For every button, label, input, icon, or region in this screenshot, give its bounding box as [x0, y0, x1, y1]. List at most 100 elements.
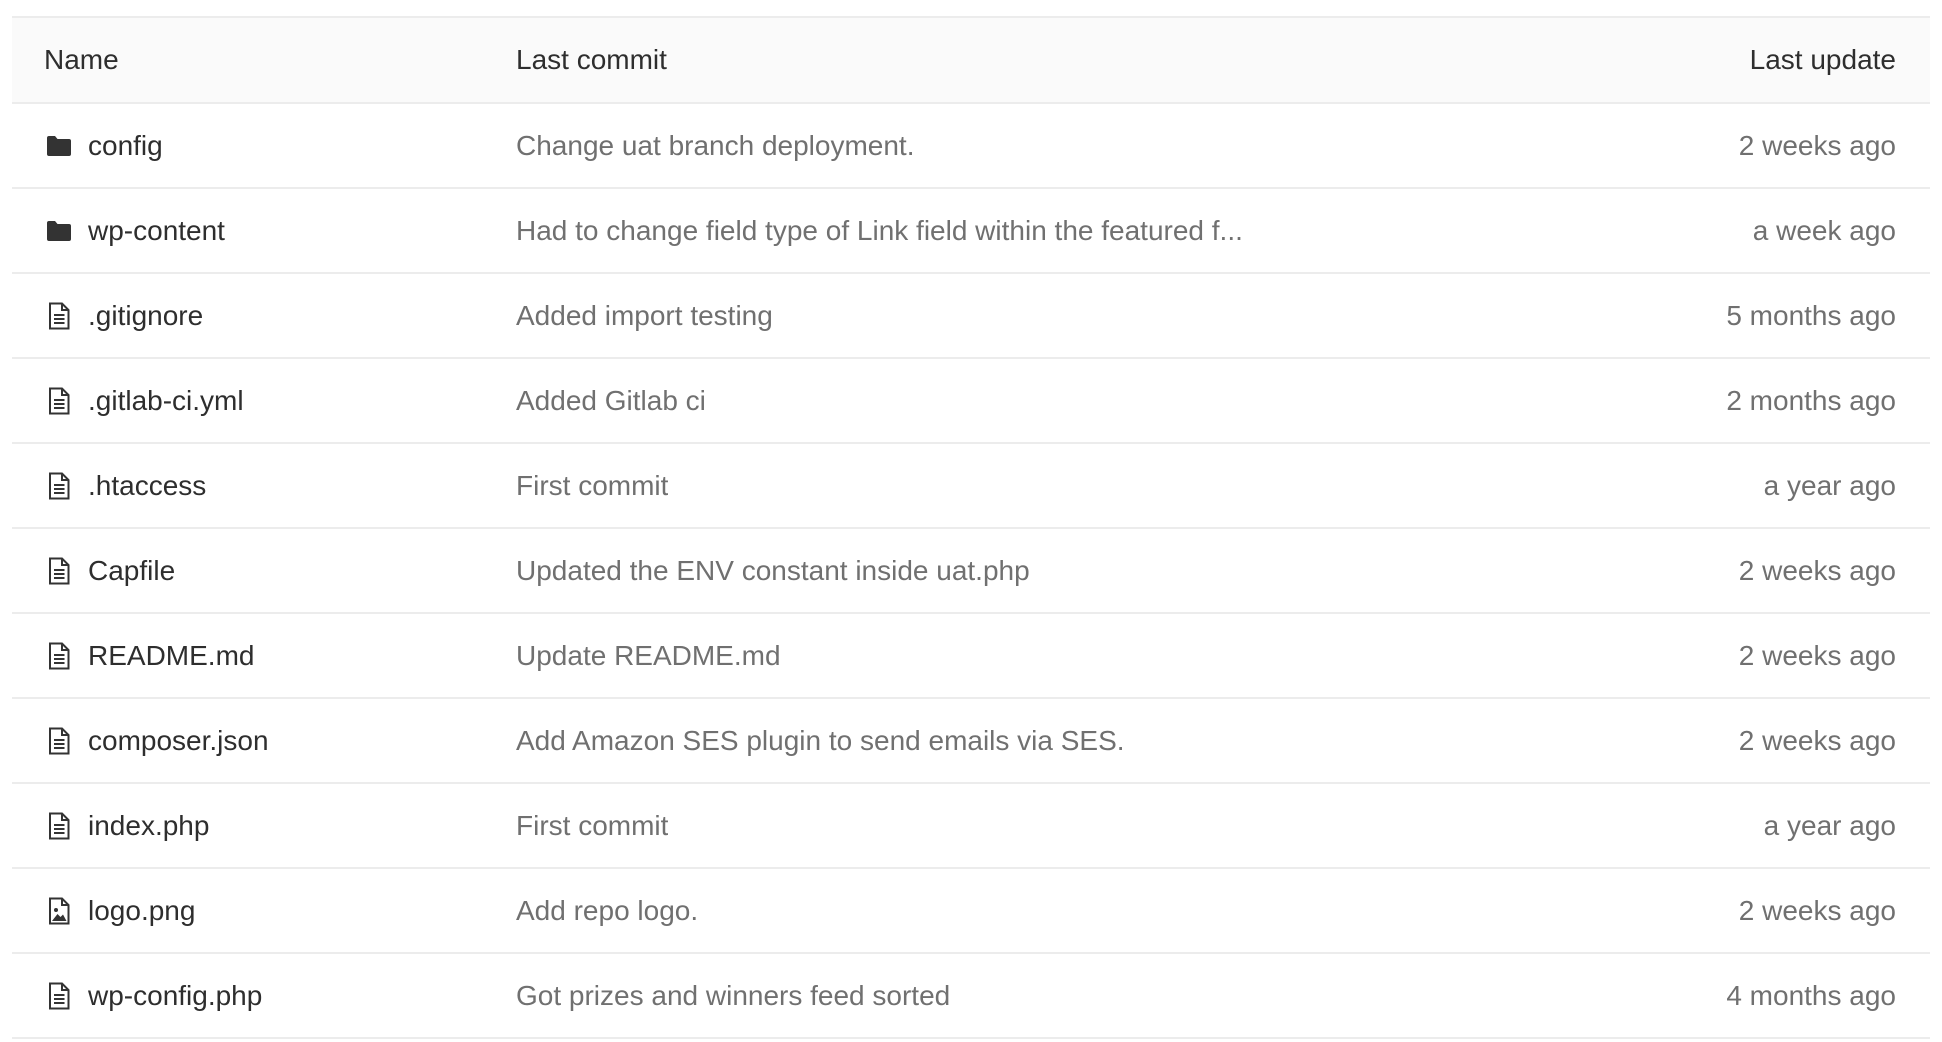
name-cell: Capfile	[12, 528, 516, 614]
last-commit-cell: Had to change field type of Link field w…	[516, 188, 1536, 274]
name-cell: .htaccess	[12, 443, 516, 529]
name-cell-content: Capfile	[44, 555, 516, 587]
last-update-time: 2 weeks ago	[1738, 894, 1896, 926]
file-tree-body: config Change uat branch deployment. 2 wee…	[12, 103, 1930, 1039]
last-commit-cell: Added import testing	[516, 273, 1536, 359]
last-commit-cell: Update README.md	[516, 613, 1536, 699]
file-link[interactable]: README.md	[88, 640, 254, 672]
name-cell: logo.png	[12, 868, 516, 954]
last-commit-cell: Add repo logo.	[516, 868, 1536, 954]
file-text-icon	[44, 471, 74, 501]
last-commit-cell: First commit	[516, 783, 1536, 869]
name-cell-content: logo.png	[44, 895, 516, 927]
commit-message-link[interactable]: Update README.md	[516, 640, 781, 672]
last-update-cell: 2 weeks ago	[1536, 868, 1930, 954]
commit-message-link[interactable]: Updated the ENV constant inside uat.php	[516, 555, 1030, 587]
last-update-time: a year ago	[1763, 469, 1896, 501]
table-row[interactable]: config Change uat branch deployment. 2 wee…	[12, 103, 1930, 189]
file-text-icon	[44, 981, 74, 1011]
table-header-row: Name Last commit Last update	[12, 16, 1930, 104]
file-link[interactable]: index.php	[88, 810, 209, 842]
commit-message-link[interactable]: Change uat branch deployment.	[516, 130, 915, 162]
file-link[interactable]: composer.json	[88, 725, 269, 757]
table-row[interactable]: .gitlab-ci.yml Added Gitlab ci 2 months ag…	[12, 358, 1930, 444]
name-cell-content: index.php	[44, 810, 516, 842]
commit-message-link[interactable]: First commit	[516, 470, 668, 502]
last-update-cell: 2 months ago	[1536, 358, 1930, 444]
folder-icon	[44, 216, 74, 246]
folder-link[interactable]: config	[88, 130, 163, 162]
file-text-icon	[44, 556, 74, 586]
name-cell-content: README.md	[44, 640, 516, 672]
file-text-icon	[44, 386, 74, 416]
folder-link[interactable]: wp-content	[88, 215, 225, 247]
name-cell: README.md	[12, 613, 516, 699]
table-row[interactable]: wp-content Had to change field type of Li…	[12, 188, 1930, 274]
last-update-time: a week ago	[1752, 214, 1896, 246]
file-link[interactable]: .gitignore	[88, 300, 203, 332]
file-text-icon	[44, 641, 74, 671]
column-header-name: Name	[12, 16, 516, 104]
name-cell-content: wp-config.php	[44, 980, 516, 1012]
file-text-icon	[44, 811, 74, 841]
last-commit-cell: Add Amazon SES plugin to send emails via…	[516, 698, 1536, 784]
last-update-time: 2 weeks ago	[1738, 129, 1896, 161]
file-link[interactable]: Capfile	[88, 555, 175, 587]
last-commit-cell: First commit	[516, 443, 1536, 529]
last-update-cell: 2 weeks ago	[1536, 528, 1930, 614]
commit-message-link[interactable]: Added Gitlab ci	[516, 385, 706, 417]
file-link[interactable]: .gitlab-ci.yml	[88, 385, 244, 417]
file-text-icon	[44, 726, 74, 756]
name-cell-content: wp-content	[44, 215, 516, 247]
last-update-time: 4 months ago	[1726, 979, 1896, 1011]
table-row[interactable]: Capfile Updated the ENV constant inside u…	[12, 528, 1930, 614]
table-row[interactable]: logo.png Add repo logo. 2 weeks ago	[12, 868, 1930, 954]
last-update-cell: 5 months ago	[1536, 273, 1930, 359]
last-update-cell: 2 weeks ago	[1536, 103, 1930, 189]
name-cell-content: .gitlab-ci.yml	[44, 385, 516, 417]
table-row[interactable]: wp-config.php Got prizes and winners feed…	[12, 953, 1930, 1039]
last-update-cell: a week ago	[1536, 188, 1930, 274]
name-cell: index.php	[12, 783, 516, 869]
last-update-cell: a year ago	[1536, 443, 1930, 529]
table-row[interactable]: README.md Update README.md 2 weeks ago	[12, 613, 1930, 699]
name-cell-content: .htaccess	[44, 470, 516, 502]
file-tree-table: Name Last commit Last update config Chang…	[12, 16, 1930, 1039]
name-cell: config	[12, 103, 516, 189]
name-cell-content: composer.json	[44, 725, 516, 757]
folder-icon	[44, 131, 74, 161]
commit-message-link[interactable]: Got prizes and winners feed sorted	[516, 980, 950, 1012]
last-commit-cell: Got prizes and winners feed sorted	[516, 953, 1536, 1039]
last-update-cell: 2 weeks ago	[1536, 613, 1930, 699]
table-row[interactable]: index.php First commit a year ago	[12, 783, 1930, 869]
table-row[interactable]: .htaccess First commit a year ago	[12, 443, 1930, 529]
last-update-time: a year ago	[1763, 809, 1896, 841]
name-cell-content: .gitignore	[44, 300, 516, 332]
file-link[interactable]: wp-config.php	[88, 980, 262, 1012]
file-image-icon	[44, 896, 74, 926]
name-cell-content: config	[44, 130, 516, 162]
commit-message-link[interactable]: Had to change field type of Link field w…	[516, 215, 1243, 247]
file-text-icon	[44, 301, 74, 331]
last-commit-cell: Added Gitlab ci	[516, 358, 1536, 444]
last-update-cell: 2 weeks ago	[1536, 698, 1930, 784]
name-cell: wp-content	[12, 188, 516, 274]
commit-message-link[interactable]: First commit	[516, 810, 668, 842]
name-cell: .gitignore	[12, 273, 516, 359]
column-header-last-commit: Last commit	[516, 16, 1536, 104]
name-cell: composer.json	[12, 698, 516, 784]
name-cell: wp-config.php	[12, 953, 516, 1039]
name-cell: .gitlab-ci.yml	[12, 358, 516, 444]
last-update-time: 2 weeks ago	[1738, 724, 1896, 756]
file-link[interactable]: logo.png	[88, 895, 195, 927]
table-row[interactable]: composer.json Add Amazon SES plugin to se…	[12, 698, 1930, 784]
table-row[interactable]: .gitignore Added import testing 5 months a…	[12, 273, 1930, 359]
commit-message-link[interactable]: Add repo logo.	[516, 895, 698, 927]
last-update-cell: 4 months ago	[1536, 953, 1930, 1039]
last-commit-cell: Change uat branch deployment.	[516, 103, 1536, 189]
last-update-time: 2 months ago	[1726, 384, 1896, 416]
last-update-time: 5 months ago	[1726, 299, 1896, 331]
file-link[interactable]: .htaccess	[88, 470, 206, 502]
commit-message-link[interactable]: Added import testing	[516, 300, 773, 332]
commit-message-link[interactable]: Add Amazon SES plugin to send emails via…	[516, 725, 1125, 757]
